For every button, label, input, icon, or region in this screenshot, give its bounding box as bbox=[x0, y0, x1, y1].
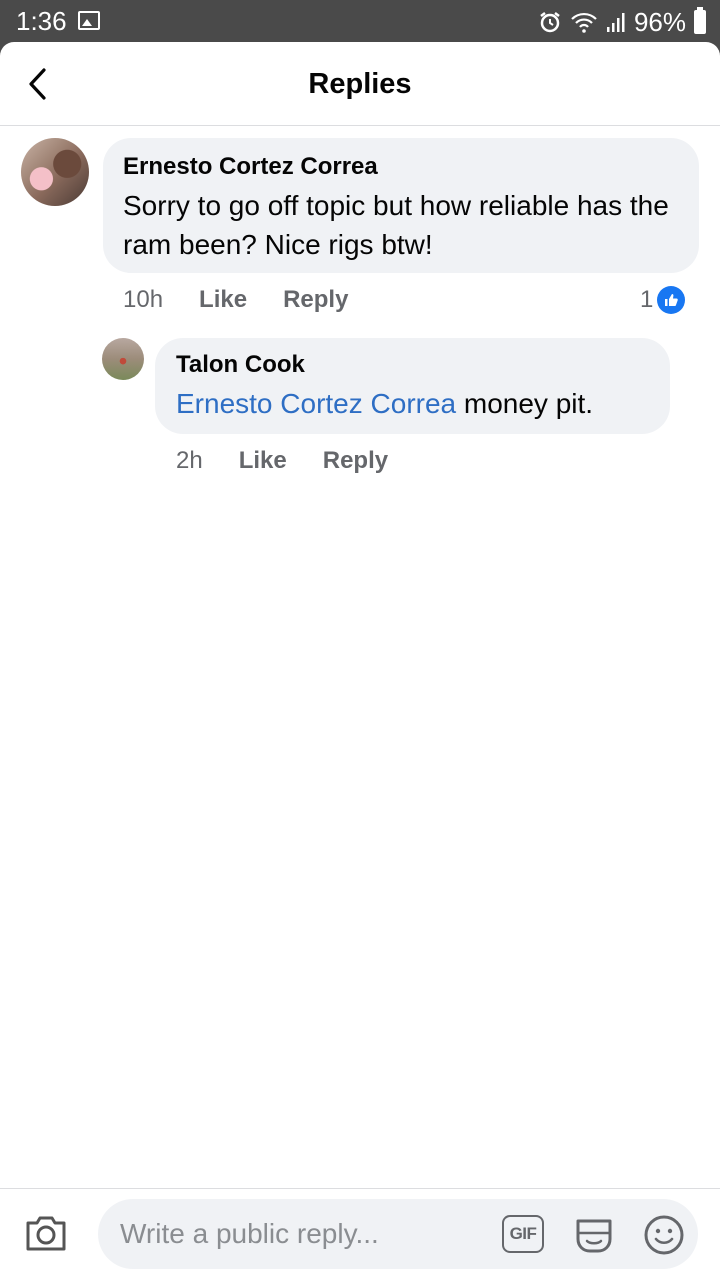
replies-sheet: Replies Ernesto Cortez Correa Sorry to g… bbox=[0, 42, 720, 1280]
gif-icon: GIF bbox=[509, 1224, 537, 1243]
reply-author[interactable]: Talon Cook bbox=[176, 350, 649, 380]
reply-button[interactable]: Reply bbox=[323, 447, 388, 475]
sticker-icon bbox=[576, 1219, 612, 1253]
reaction-count-number: 1 bbox=[640, 286, 654, 313]
reply-actions: 2h Like Reply bbox=[176, 444, 424, 478]
comment-text: Sorry to go off topic but how reliable h… bbox=[123, 190, 669, 260]
reply-body: money pit. bbox=[456, 388, 594, 419]
camera-button[interactable] bbox=[24, 1213, 76, 1265]
comment-author[interactable]: Ernesto Cortez Correa bbox=[123, 152, 679, 182]
comment-actions: 10h Like Reply bbox=[123, 283, 384, 317]
gif-button[interactable]: GIF bbox=[502, 1215, 544, 1253]
emoji-icon bbox=[644, 1215, 684, 1255]
alarm-icon bbox=[540, 12, 560, 33]
comment-bubble: Ernesto Cortez Correa Sorry to go off to… bbox=[103, 138, 699, 273]
wifi-icon bbox=[571, 12, 597, 33]
reply-text: Ernesto Cortez Correa money pit. bbox=[176, 384, 649, 423]
camera-icon bbox=[26, 1216, 66, 1251]
avatar[interactable] bbox=[102, 338, 144, 380]
like-reaction-icon bbox=[657, 286, 686, 314]
reaction-count[interactable]: 1 bbox=[640, 283, 686, 317]
signal-icon bbox=[606, 13, 625, 32]
page-title: Replies bbox=[308, 68, 412, 100]
battery-icon bbox=[694, 7, 706, 34]
header: Replies bbox=[0, 42, 720, 126]
gallery-icon bbox=[78, 11, 100, 30]
like-button[interactable]: Like bbox=[239, 447, 287, 475]
reply-timestamp[interactable]: 2h bbox=[176, 447, 203, 475]
reply-bubble: Talon Cook Ernesto Cortez Correa money p… bbox=[155, 338, 670, 434]
mention-link[interactable]: Ernesto Cortez Correa bbox=[176, 388, 456, 419]
reply-composer: GIF bbox=[0, 1188, 720, 1280]
like-button[interactable]: Like bbox=[199, 286, 247, 314]
battery-level: 96% bbox=[633, 6, 686, 37]
status-time: 1:36 bbox=[16, 6, 67, 36]
status-icons: 96% bbox=[538, 6, 706, 38]
emoji-button[interactable] bbox=[642, 1213, 686, 1257]
avatar[interactable] bbox=[21, 138, 89, 206]
sticker-button[interactable] bbox=[572, 1213, 616, 1257]
comment-timestamp[interactable]: 10h bbox=[123, 286, 163, 314]
status-bar: 1:36 96% bbox=[0, 0, 720, 44]
reply-button[interactable]: Reply bbox=[283, 286, 348, 314]
